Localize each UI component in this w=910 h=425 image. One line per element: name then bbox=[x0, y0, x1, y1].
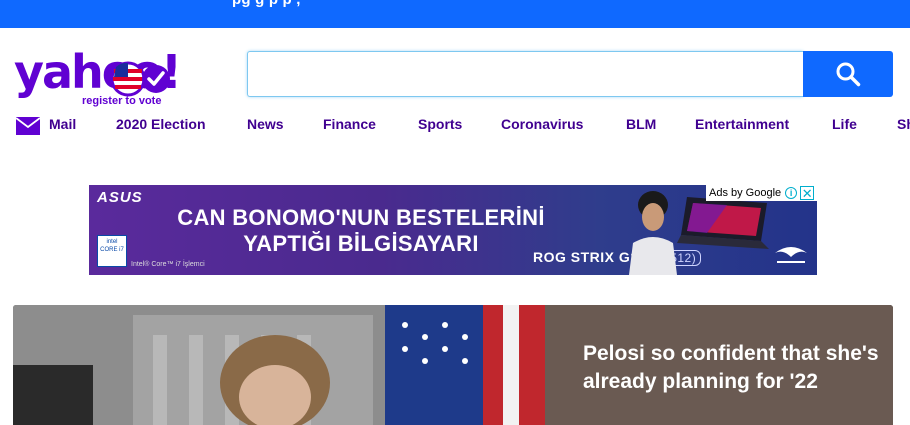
mail-icon[interactable] bbox=[16, 117, 40, 135]
top-banner[interactable]: pg g p p , bbox=[0, 0, 910, 28]
search-input[interactable] bbox=[248, 52, 803, 96]
search-box bbox=[247, 51, 803, 97]
hero-photo bbox=[13, 305, 545, 425]
hero-image[interactable] bbox=[13, 305, 545, 425]
ad-close-icon[interactable]: ✕ bbox=[800, 186, 815, 200]
nav-item-coronavirus[interactable]: Coronavirus bbox=[501, 114, 583, 136]
logo-tagline[interactable]: register to vote bbox=[82, 95, 161, 107]
nav-item-shopping[interactable]: Sh bbox=[897, 114, 910, 136]
yahoo-logo[interactable]: yahoo! register to vote bbox=[14, 44, 214, 112]
nav-item-sports[interactable]: Sports bbox=[418, 114, 462, 136]
ad-choices[interactable]: Ads by Google i ✕ bbox=[706, 185, 817, 201]
ad-person-image bbox=[629, 191, 677, 275]
top-banner-text: pg g p p , bbox=[232, 0, 301, 8]
ad-headline: CAN BONOMO'NUN BESTELERİNİ YAPTIĞI BİLGİ… bbox=[161, 205, 561, 257]
ad-info-icon[interactable]: i bbox=[785, 187, 798, 199]
nav-item-mail[interactable]: Mail bbox=[49, 114, 76, 136]
nav-item-2020-election[interactable]: 2020 Election bbox=[116, 114, 206, 136]
ad-headline-line2: YAPTIĞI BİLGİSAYARI bbox=[243, 231, 479, 256]
nav-item-finance[interactable]: Finance bbox=[323, 114, 376, 136]
ad-intel-caption: Intel® Core™ i7 İşlemci bbox=[131, 261, 205, 268]
nav-item-blm[interactable]: BLM bbox=[626, 114, 656, 136]
nav-item-news[interactable]: News bbox=[247, 114, 284, 136]
ad-laptop-image bbox=[677, 197, 769, 249]
ad-headline-line1: CAN BONOMO'NUN BESTELERİNİ bbox=[177, 205, 545, 230]
nav-item-life[interactable]: Life bbox=[832, 114, 857, 136]
ad-brand-logo: ASUS bbox=[97, 189, 143, 206]
main-nav: Mail 2020 Election News Finance Sports C… bbox=[0, 114, 910, 138]
hero-caption-panel[interactable]: Pelosi so confident that she's already p… bbox=[545, 305, 893, 425]
rog-logo-icon bbox=[775, 247, 807, 263]
ad-choices-label[interactable]: Ads by Google bbox=[709, 187, 781, 199]
hero-headline[interactable]: Pelosi so confident that she's already p… bbox=[583, 340, 883, 396]
search-icon bbox=[836, 62, 861, 87]
search-button[interactable] bbox=[803, 51, 893, 97]
intel-chip-badge: intel CORE i7 bbox=[97, 235, 127, 267]
flag-check-icon bbox=[110, 61, 170, 97]
nav-item-entertainment[interactable]: Entertainment bbox=[695, 114, 789, 136]
ad-banner[interactable]: ASUS CAN BONOMO'NUN BESTELERİNİ YAPTIĞI … bbox=[89, 185, 817, 275]
hero-story[interactable]: Pelosi so confident that she's already p… bbox=[13, 305, 893, 425]
